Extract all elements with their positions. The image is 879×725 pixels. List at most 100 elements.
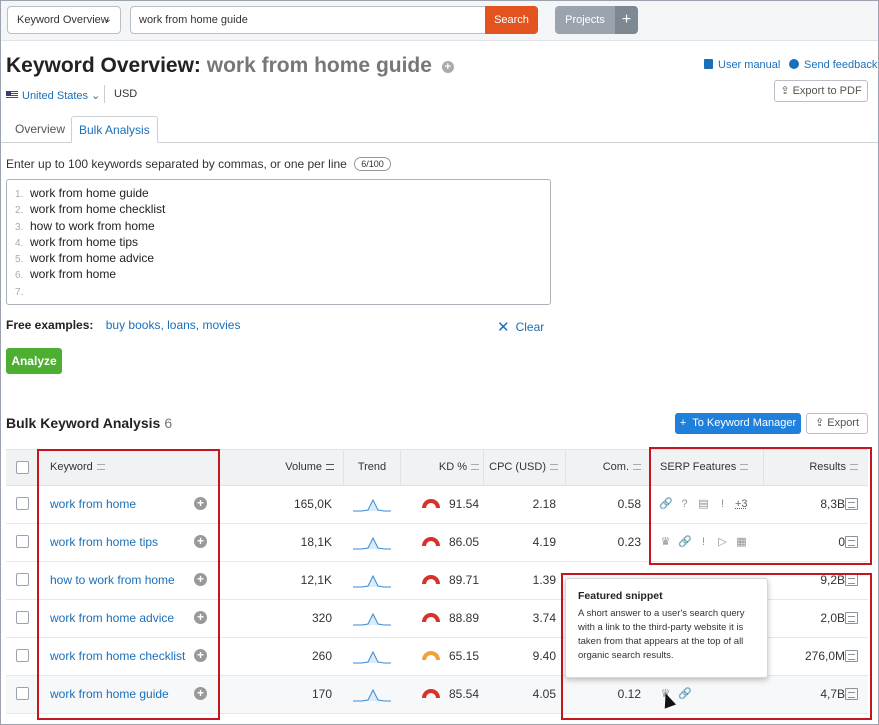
results-value: 9,2B	[820, 573, 845, 587]
add-to-list-icon[interactable]: +	[194, 497, 207, 510]
row-checkbox[interactable]	[16, 611, 29, 624]
tab-bar: Overview Bulk Analysis	[1, 116, 878, 143]
to-keyword-manager-button[interactable]: + To Keyword Manager	[675, 413, 801, 434]
results-value: 4,7B	[820, 687, 845, 701]
serp-feature-icon[interactable]: ?	[678, 498, 691, 511]
serp-feature-icon[interactable]: !	[716, 498, 729, 511]
send-feedback-link[interactable]: Send feedback	[789, 59, 877, 71]
book-icon	[704, 59, 713, 69]
column-volume[interactable]: Volume	[221, 450, 334, 485]
serp-snapshot-icon[interactable]	[845, 688, 858, 700]
row-checkbox[interactable]	[16, 535, 29, 548]
add-project-button[interactable]: +	[615, 6, 638, 34]
keywords-textarea[interactable]: 1. work from home guide 2. work from home …	[6, 179, 551, 305]
keyword-line-text: work from home advice	[30, 251, 155, 266]
column-com-label: Com.	[602, 461, 629, 473]
analyze-button[interactable]: Analyze	[6, 348, 62, 374]
add-to-list-icon[interactable]: +	[194, 649, 207, 662]
serp-features-icons: 🔗? ▤! +3	[659, 498, 754, 511]
chevron-down-icon: ⌄	[91, 90, 101, 102]
column-cpc[interactable]: CPC (USD)	[483, 450, 558, 485]
serp-feature-icon[interactable]: ♛	[659, 536, 672, 549]
row-checkbox[interactable]	[16, 649, 29, 662]
serp-feature-icon[interactable]: !	[697, 536, 710, 549]
keyword-link[interactable]: how to work from home	[50, 562, 175, 599]
results-value: 0	[838, 535, 845, 549]
us-flag-icon	[6, 91, 18, 99]
user-manual-link[interactable]: User manual	[704, 59, 780, 71]
top-bar: Keyword Overview ⌄ work from home guide …	[1, 1, 878, 41]
free-examples-link[interactable]: buy books, loans, movies	[106, 318, 241, 332]
table-row: work from home guide +170 85.54 4.05 0.12 ♛ 🔗 4…	[6, 676, 868, 714]
kd-value: 86.05	[448, 535, 479, 549]
add-to-list-icon[interactable]: +	[194, 611, 207, 624]
add-to-list-icon[interactable]: +	[194, 687, 207, 700]
add-keyword-icon[interactable]: +	[441, 61, 454, 73]
serp-feature-icon[interactable]: 🔗	[678, 688, 692, 701]
featured-snippet-tooltip: Featured snippet A short answer to a use…	[565, 578, 768, 678]
serp-snapshot-icon[interactable]	[845, 498, 858, 510]
keyword-link[interactable]: work from home checklist	[50, 638, 185, 675]
sort-icon	[850, 464, 858, 470]
keyword-link[interactable]: work from home guide	[50, 676, 169, 713]
serp-feature-icon[interactable]: ▤	[697, 498, 710, 511]
tab-overview[interactable]: Overview	[8, 116, 72, 143]
volume-value: 260	[311, 649, 332, 663]
to-keyword-manager-label: To Keyword Manager	[692, 417, 797, 429]
serp-feature-icon[interactable]: 🔗	[678, 536, 692, 549]
region-select[interactable]: United States ⌄	[6, 89, 100, 102]
free-examples-label: Free examples:	[6, 318, 94, 332]
serp-feature-icon[interactable]: 🔗	[659, 498, 673, 511]
serp-more-count[interactable]: +3	[735, 498, 748, 511]
bulk-analysis-title-text: Bulk Keyword Analysis	[6, 415, 161, 431]
row-checkbox[interactable]	[16, 497, 29, 510]
serp-snapshot-icon[interactable]	[845, 574, 858, 586]
page-title-keyword: work from home guide	[206, 54, 432, 77]
add-to-list-icon[interactable]: +	[194, 573, 207, 586]
row-checkbox[interactable]	[16, 687, 29, 700]
competition-value: 0.58	[617, 497, 641, 511]
select-all-checkbox[interactable]	[16, 461, 29, 474]
keyword-line: 2. work from home checklist	[7, 201, 550, 217]
kd-value: 91.54	[448, 497, 479, 511]
column-kd[interactable]: KD %	[400, 450, 479, 485]
keyword-line-text: how to work from home	[30, 218, 155, 233]
column-serp-features[interactable]: SERP Features	[660, 450, 749, 485]
serp-snapshot-icon[interactable]	[845, 536, 858, 548]
export-pdf-button[interactable]: ⇪ Export to PDF	[774, 80, 868, 102]
tool-select[interactable]: Keyword Overview ⌄	[7, 6, 121, 34]
kd-value: 65.15	[448, 649, 479, 663]
bulk-analysis-count: 6	[164, 415, 173, 431]
currency-label: USD	[104, 85, 137, 103]
volume-value: 170	[311, 687, 332, 701]
keyword-link[interactable]: work from home	[50, 486, 136, 523]
serp-features-icons: ♛ 🔗! ▷ ▦	[659, 536, 760, 549]
add-to-list-icon[interactable]: +	[194, 535, 207, 548]
sort-icon	[326, 464, 334, 470]
results-value: 276,0M	[804, 649, 845, 663]
keyword-link[interactable]: work from home advice	[50, 600, 174, 637]
clear-button[interactable]: ✕ Clear	[497, 318, 544, 336]
column-com[interactable]: Com.	[565, 450, 641, 485]
sort-icon	[96, 464, 105, 470]
tooltip-title: Featured snippet	[578, 590, 663, 602]
keyword-line-text: work from home guide	[30, 186, 149, 200]
export-button[interactable]: ⇪ Export	[806, 413, 868, 434]
projects-button[interactable]: Projects	[555, 6, 615, 34]
column-keyword[interactable]: Keyword	[50, 450, 105, 485]
row-checkbox[interactable]	[16, 573, 29, 586]
serp-feature-icon[interactable]: ▷	[716, 536, 729, 549]
keyword-link[interactable]: work from home tips	[50, 524, 158, 561]
export-pdf-label: Export to PDF	[792, 85, 862, 97]
search-input[interactable]: work from home guide	[130, 6, 486, 34]
column-results[interactable]: Results	[763, 450, 858, 485]
serp-snapshot-icon[interactable]	[845, 650, 858, 662]
page-title: Keyword Overview: work from home guide +	[6, 54, 454, 78]
sort-icon	[740, 464, 749, 470]
line-number: 7.	[15, 286, 24, 298]
serp-snapshot-icon[interactable]	[845, 612, 858, 624]
search-button[interactable]: Search	[485, 6, 538, 34]
page-title-prefix: Keyword Overview:	[6, 54, 201, 77]
serp-feature-icon[interactable]: ▦	[735, 536, 748, 549]
tab-bulk-analysis[interactable]: Bulk Analysis	[71, 116, 158, 143]
